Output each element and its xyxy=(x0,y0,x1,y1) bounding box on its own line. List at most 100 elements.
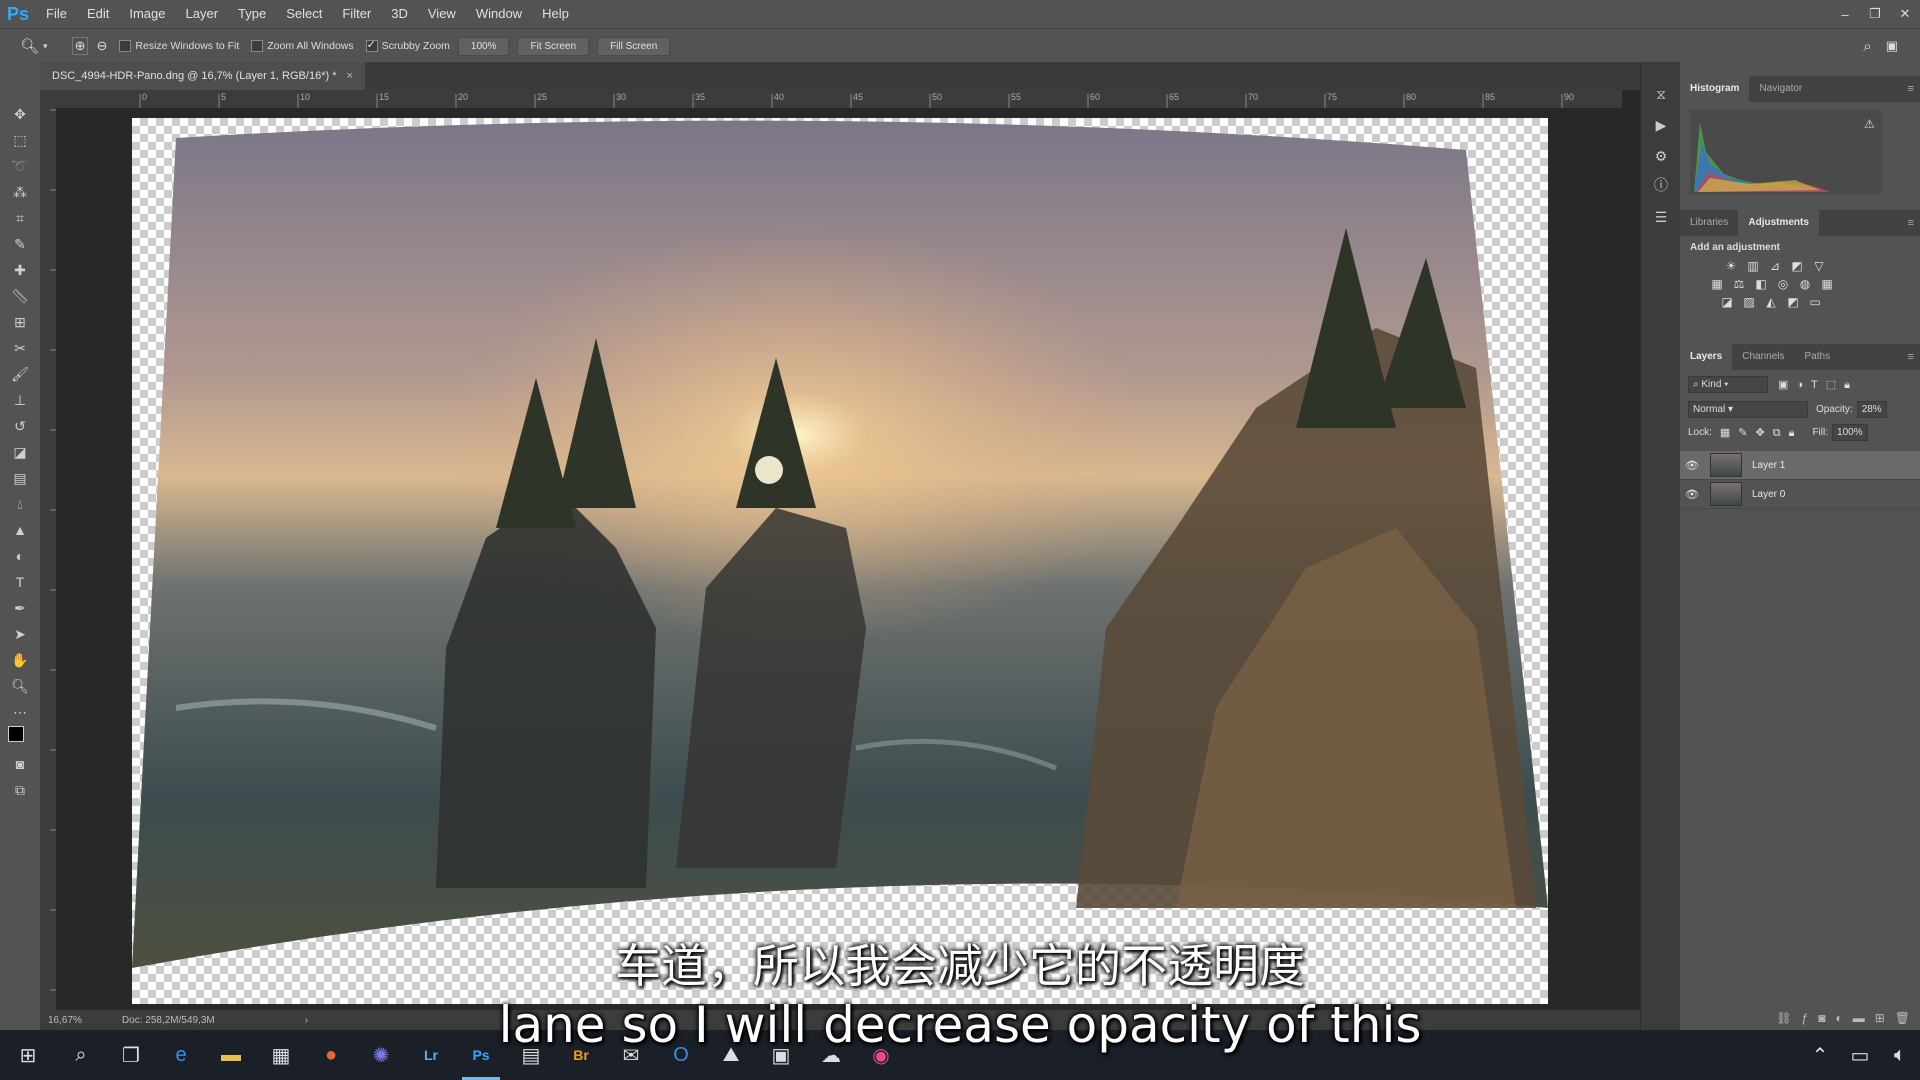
more-tools-icon[interactable]: ⋯ xyxy=(6,700,34,724)
menu-window[interactable]: Window xyxy=(466,0,532,28)
zoom-all-checkbox[interactable]: Zoom All Windows xyxy=(251,40,354,52)
menu-3d[interactable]: 3D xyxy=(381,0,418,28)
close-tab-icon[interactable]: × xyxy=(346,70,352,82)
ruler-tool-icon[interactable]: 📏︎ xyxy=(6,284,34,308)
brush-presets-icon[interactable]: ☰ xyxy=(1641,209,1681,226)
lasso-tool-icon[interactable]: ➰ xyxy=(6,154,34,178)
menu-view[interactable]: View xyxy=(418,0,466,28)
eye-icon[interactable]: 👁︎ xyxy=(1680,459,1704,472)
exposure-icon[interactable]: ◩ xyxy=(1789,259,1805,273)
menu-type[interactable]: Type xyxy=(228,0,276,28)
magic-wand-tool-icon[interactable]: ⁂ xyxy=(6,180,34,204)
levels-icon[interactable]: ▥ xyxy=(1745,259,1761,273)
gradient-map-icon[interactable]: ▭ xyxy=(1807,295,1823,309)
tab-libraries[interactable]: Libraries xyxy=(1680,210,1738,236)
curves-icon[interactable]: ⊿ xyxy=(1767,259,1783,273)
scrubby-zoom-checkbox[interactable]: Scrubby Zoom xyxy=(365,38,450,52)
resize-windows-checkbox[interactable]: Resize Windows to Fit xyxy=(119,40,239,52)
zoom-100-button[interactable]: 100% xyxy=(457,36,510,56)
vibrance-icon[interactable]: ▽ xyxy=(1811,259,1827,273)
dodge-tool-icon[interactable]: ◐ xyxy=(6,544,34,568)
color-lookup-icon[interactable]: ▦ xyxy=(1819,277,1835,291)
panorama-image[interactable] xyxy=(56,108,1622,1010)
panel-menu-icon[interactable]: ≡ xyxy=(1908,83,1914,95)
brush-tool-icon[interactable]: 🖌︎ xyxy=(6,362,34,386)
eye-icon[interactable]: 👁︎ xyxy=(1680,488,1704,501)
eyedropper-tool-icon[interactable]: ✎ xyxy=(6,232,34,256)
hand-tool-icon[interactable]: ✋ xyxy=(6,648,34,672)
scrubby-zoom-label: Scrubby Zoom xyxy=(381,40,450,52)
history-icon[interactable]: ⧖ xyxy=(1641,86,1681,103)
quick-mask-icon[interactable]: ◙ xyxy=(6,752,34,776)
eraser-tool-icon[interactable]: ◪ xyxy=(6,440,34,464)
panel-menu-icon[interactable]: ≡ xyxy=(1908,217,1914,229)
zoom-out-icon[interactable]: ⊖ xyxy=(96,38,107,54)
opacity-input[interactable]: 28% xyxy=(1856,401,1887,418)
posterize-icon[interactable]: ▨ xyxy=(1741,295,1757,309)
screen-mode-icon[interactable]: ⧉ xyxy=(6,778,34,802)
layer-row-layer-1[interactable]: 👁︎ Layer 1 xyxy=(1680,451,1920,480)
blur-tool-icon[interactable]: 💧︎ xyxy=(6,492,34,516)
color-swatches-icon[interactable] xyxy=(6,726,34,750)
crop-tool-icon[interactable]: ⌗ xyxy=(6,206,34,230)
workspace-icon[interactable]: ▣ xyxy=(1886,38,1898,54)
subtitle-chinese: 车道，所以我会减少它的不透明度 xyxy=(615,939,1305,993)
patch-tool-icon[interactable]: ⊞ xyxy=(6,310,34,334)
search-icon[interactable]: ⌕ xyxy=(1863,38,1871,55)
layer-row-layer-0[interactable]: 👁︎ Layer 0 xyxy=(1680,480,1920,509)
tab-adjustments[interactable]: Adjustments xyxy=(1738,210,1819,236)
info-icon[interactable]: ⓘ xyxy=(1641,175,1681,195)
threshold-icon[interactable]: ◭ xyxy=(1763,295,1779,309)
filter-type-icons[interactable]: ▣◑T⬚🔒︎ xyxy=(1778,378,1858,392)
panel-menu-icon[interactable]: ≡ xyxy=(1908,351,1914,363)
document-tab[interactable]: DSC_4994-HDR-Pano.dng @ 16,7% (Layer 1, … xyxy=(40,62,365,90)
minimize-button[interactable]: – xyxy=(1830,0,1860,28)
type-tool-icon[interactable]: T xyxy=(6,570,34,594)
move-tool-icon[interactable]: ✥ xyxy=(6,102,34,126)
actions-play-icon[interactable]: ▶ xyxy=(1641,117,1681,134)
fill-input[interactable]: 100% xyxy=(1832,424,1868,441)
menu-help[interactable]: Help xyxy=(532,0,579,28)
gradient-tool-icon[interactable]: ▤ xyxy=(6,466,34,490)
tab-paths[interactable]: Paths xyxy=(1795,344,1841,370)
content-aware-move-icon[interactable]: ✂ xyxy=(6,336,34,360)
selective-color-icon[interactable]: ◩ xyxy=(1785,295,1801,309)
zoom-in-icon[interactable]: ⊕ xyxy=(71,37,89,55)
menu-file[interactable]: File xyxy=(36,0,77,28)
tab-channels[interactable]: Channels xyxy=(1732,344,1794,370)
invert-icon[interactable]: ◪ xyxy=(1719,295,1735,309)
fit-screen-button[interactable]: Fit Screen xyxy=(517,36,590,56)
pen-tool-icon[interactable]: ✒ xyxy=(6,596,34,620)
black-white-icon[interactable]: ◧ xyxy=(1753,277,1769,291)
restore-button[interactable]: ❐ xyxy=(1860,0,1890,28)
history-brush-icon[interactable]: ↺ xyxy=(6,414,34,438)
hue-saturation-icon[interactable]: ▦ xyxy=(1709,277,1725,291)
chevron-down-icon[interactable]: ▾ xyxy=(43,41,48,52)
canvas-area[interactable] xyxy=(56,108,1622,1010)
path-select-tool-icon[interactable]: ➤ xyxy=(6,622,34,646)
zoom-tool-icon[interactable]: 🔍︎ xyxy=(20,37,39,55)
fill-screen-button[interactable]: Fill Screen xyxy=(597,36,671,56)
kind-filter-dropdown[interactable]: ⌕ Kind ▾ xyxy=(1688,376,1768,393)
menu-edit[interactable]: Edit xyxy=(77,0,119,28)
menu-layer[interactable]: Layer xyxy=(176,0,229,28)
zoom-tool-side-icon[interactable]: 🔍︎ xyxy=(6,674,34,698)
menu-image[interactable]: Image xyxy=(119,0,175,28)
color-balance-icon[interactable]: ⚖ xyxy=(1731,277,1747,291)
marquee-tool-icon[interactable]: ⬚ xyxy=(6,128,34,152)
lock-icons[interactable]: ▦✎✥⧉🔒︎ xyxy=(1720,426,1803,440)
menu-select[interactable]: Select xyxy=(276,0,332,28)
blend-mode-dropdown[interactable]: Normal ▾ xyxy=(1688,401,1808,418)
brightness-icon[interactable]: ☀ xyxy=(1723,259,1739,273)
menu-filter[interactable]: Filter xyxy=(332,0,381,28)
tab-histogram[interactable]: Histogram xyxy=(1680,76,1750,102)
sharpen-tool-icon[interactable]: ▲ xyxy=(6,518,34,542)
stamp-tool-icon[interactable]: ⊥ xyxy=(6,388,34,412)
photo-filter-icon[interactable]: ◎ xyxy=(1775,277,1791,291)
healing-tool-icon[interactable]: ✚ xyxy=(6,258,34,282)
close-button[interactable]: ✕ xyxy=(1890,0,1920,28)
tab-navigator[interactable]: Navigator xyxy=(1749,76,1812,102)
channel-mixer-icon[interactable]: ◍ xyxy=(1797,277,1813,291)
properties-icon[interactable]: ⚙ xyxy=(1641,148,1681,165)
tab-layers[interactable]: Layers xyxy=(1680,344,1733,370)
